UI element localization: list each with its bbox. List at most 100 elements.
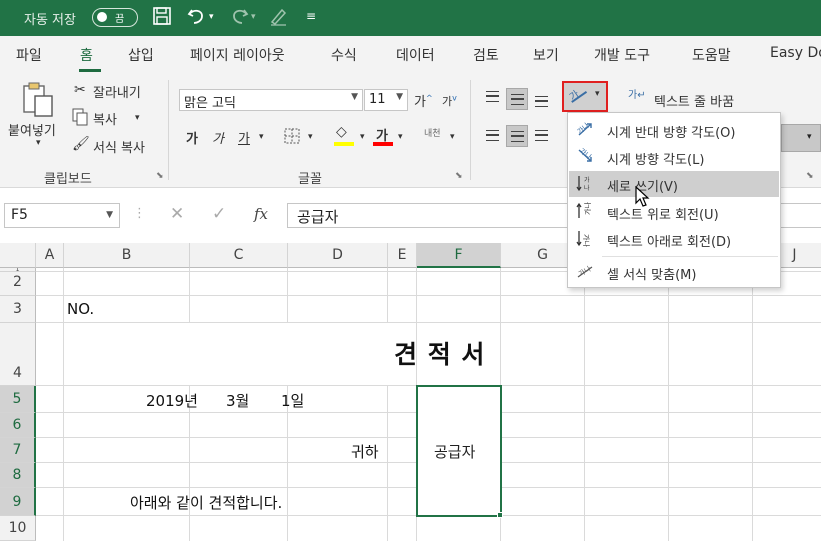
menu-item-counterclockwise[interactable]: 가나 시계 반대 방향 각도(O): [569, 117, 779, 143]
cell-d7[interactable]: 귀하: [351, 441, 379, 462]
row-header-6[interactable]: 6: [0, 413, 36, 438]
customize-toolbar-icon[interactable]: ≡: [306, 9, 316, 23]
wrap-text-icon[interactable]: 가↵: [628, 86, 646, 101]
format-painter-icon[interactable]: 🖌: [72, 136, 90, 152]
insert-function-button[interactable]: fx: [254, 205, 268, 223]
align-left-button[interactable]: [482, 125, 504, 147]
column-header-e[interactable]: E: [388, 243, 417, 268]
bold-button[interactable]: 가: [186, 128, 198, 147]
border-icon[interactable]: [284, 128, 300, 148]
cell-day[interactable]: 1일: [281, 390, 304, 411]
undo-dropdown-icon[interactable]: ▾: [209, 12, 214, 22]
column-header-a[interactable]: A: [36, 243, 64, 268]
tab-file[interactable]: 파일: [16, 45, 42, 65]
format-painter-label[interactable]: 서식 복사: [93, 137, 145, 156]
row-header-10[interactable]: 10: [0, 516, 36, 541]
fill-color-dropdown-icon[interactable]: ▾: [360, 132, 365, 142]
tab-developer[interactable]: 개발 도구: [594, 45, 650, 65]
gridline: [63, 268, 64, 541]
tab-insert[interactable]: 삽입: [128, 45, 154, 65]
selected-cell-f5[interactable]: 공급자: [416, 385, 502, 517]
tab-help[interactable]: 도움말: [692, 45, 731, 65]
align-left-icon: [486, 130, 499, 141]
row-header-7[interactable]: 7: [0, 438, 36, 463]
underline-button[interactable]: 가: [238, 128, 250, 147]
fill-color-bar: [334, 142, 354, 146]
menu-item-rotate-down[interactable]: 가나 텍스트 아래로 회전(D): [569, 226, 779, 252]
toggle-knob: [97, 12, 107, 22]
paste-label[interactable]: 붙여넣기: [8, 120, 56, 139]
counterclockwise-icon: 가나: [574, 120, 596, 140]
italic-button[interactable]: 가: [212, 128, 224, 147]
phonetic-button[interactable]: 내천: [424, 126, 441, 139]
row-header-3[interactable]: 3: [0, 296, 36, 323]
pen-icon[interactable]: [268, 6, 290, 31]
wrap-text-label[interactable]: 텍스트 줄 바꿈: [654, 91, 734, 110]
menu-item-format-cell-alignment[interactable]: 가나 셀 서식 맞춤(M): [569, 259, 779, 285]
cell-year[interactable]: 2019년: [146, 390, 198, 411]
row-header-5[interactable]: 5: [0, 386, 36, 413]
font-launcher-icon[interactable]: ⬊: [455, 171, 463, 181]
tab-review[interactable]: 검토: [473, 45, 499, 65]
row-header-9[interactable]: 9: [0, 488, 36, 516]
column-header-b[interactable]: B: [64, 243, 190, 268]
tab-page-layout[interactable]: 페이지 레이아웃: [190, 45, 285, 65]
column-header-f[interactable]: F: [417, 243, 501, 268]
tab-easy-do[interactable]: Easy Do: [770, 45, 821, 61]
alignment-launcher-icon[interactable]: ⬊: [806, 171, 814, 181]
align-center-button[interactable]: [506, 125, 528, 147]
row-header-2[interactable]: 2: [0, 272, 36, 296]
align-right-button[interactable]: [531, 125, 553, 147]
menu-item-rotate-up[interactable]: 가나 텍스트 위로 회전(U): [569, 199, 779, 225]
tab-view[interactable]: 보기: [533, 45, 559, 65]
cancel-icon[interactable]: ✕: [170, 204, 184, 224]
redo-dropdown-icon[interactable]: ▾: [251, 12, 256, 22]
save-icon[interactable]: [152, 6, 172, 31]
row-header-4[interactable]: 4: [0, 323, 36, 386]
cut-label[interactable]: 잘라내기: [93, 82, 141, 101]
phonetic-dropdown-icon[interactable]: ▾: [450, 132, 455, 142]
font-size-select[interactable]: 11 ▼: [364, 89, 408, 111]
font-name-value: 맑은 고딕: [184, 96, 236, 111]
menu-item-vertical-text[interactable]: 가나 세로 쓰기(V): [569, 171, 779, 197]
cell-b3[interactable]: NO.: [67, 300, 94, 318]
row-header-8[interactable]: 8: [0, 463, 36, 488]
orientation-button[interactable]: 가 ▾: [562, 81, 608, 112]
cell-b9[interactable]: 아래와 같이 견적합니다.: [130, 492, 282, 513]
paste-dropdown-icon[interactable]: ▾: [36, 138, 41, 148]
middle-align-button[interactable]: [506, 88, 528, 110]
cut-icon[interactable]: ✂: [74, 82, 86, 98]
document-title[interactable]: 견 적 서: [394, 335, 485, 371]
copy-label[interactable]: 복사: [93, 109, 117, 128]
cell-month[interactable]: 3월: [226, 390, 249, 411]
fill-color-icon[interactable]: ◇: [336, 124, 347, 140]
fill-handle[interactable]: [497, 512, 503, 518]
underline-dropdown-icon[interactable]: ▾: [259, 132, 264, 142]
clipboard-launcher-icon[interactable]: ⬊: [156, 171, 164, 181]
menu-item-clockwise[interactable]: 가나 시계 방향 각도(L): [569, 144, 779, 170]
name-box[interactable]: F5 ▼: [4, 203, 120, 228]
redo-icon[interactable]: [228, 6, 250, 31]
svg-text:가나: 가나: [575, 120, 591, 136]
top-align-button[interactable]: [482, 88, 504, 110]
enter-icon[interactable]: ✓: [212, 204, 226, 224]
autosave-toggle[interactable]: 끔: [92, 8, 138, 27]
tab-formulas[interactable]: 수식: [331, 45, 357, 65]
font-name-select[interactable]: 맑은 고딕 ▼: [179, 89, 363, 111]
column-header-d[interactable]: D: [288, 243, 388, 268]
merge-center-dropdown[interactable]: ▾: [781, 124, 821, 152]
formula-bar-grip-icon: ⋮: [133, 206, 146, 221]
copy-dropdown-icon[interactable]: ▾: [135, 113, 140, 123]
shrink-font-button[interactable]: 가v: [442, 93, 457, 109]
tab-data[interactable]: 데이터: [396, 45, 435, 65]
bottom-align-button[interactable]: [531, 88, 553, 110]
undo-icon[interactable]: [186, 6, 208, 31]
border-dropdown-icon[interactable]: ▾: [308, 132, 313, 142]
paste-icon[interactable]: [20, 80, 56, 124]
column-header-c[interactable]: C: [190, 243, 288, 268]
tab-home[interactable]: 홈: [80, 45, 93, 65]
grow-font-button[interactable]: 가^: [414, 91, 433, 110]
select-all-corner[interactable]: [0, 243, 36, 268]
font-color-dropdown-icon[interactable]: ▾: [398, 132, 403, 142]
copy-icon[interactable]: [72, 108, 88, 130]
